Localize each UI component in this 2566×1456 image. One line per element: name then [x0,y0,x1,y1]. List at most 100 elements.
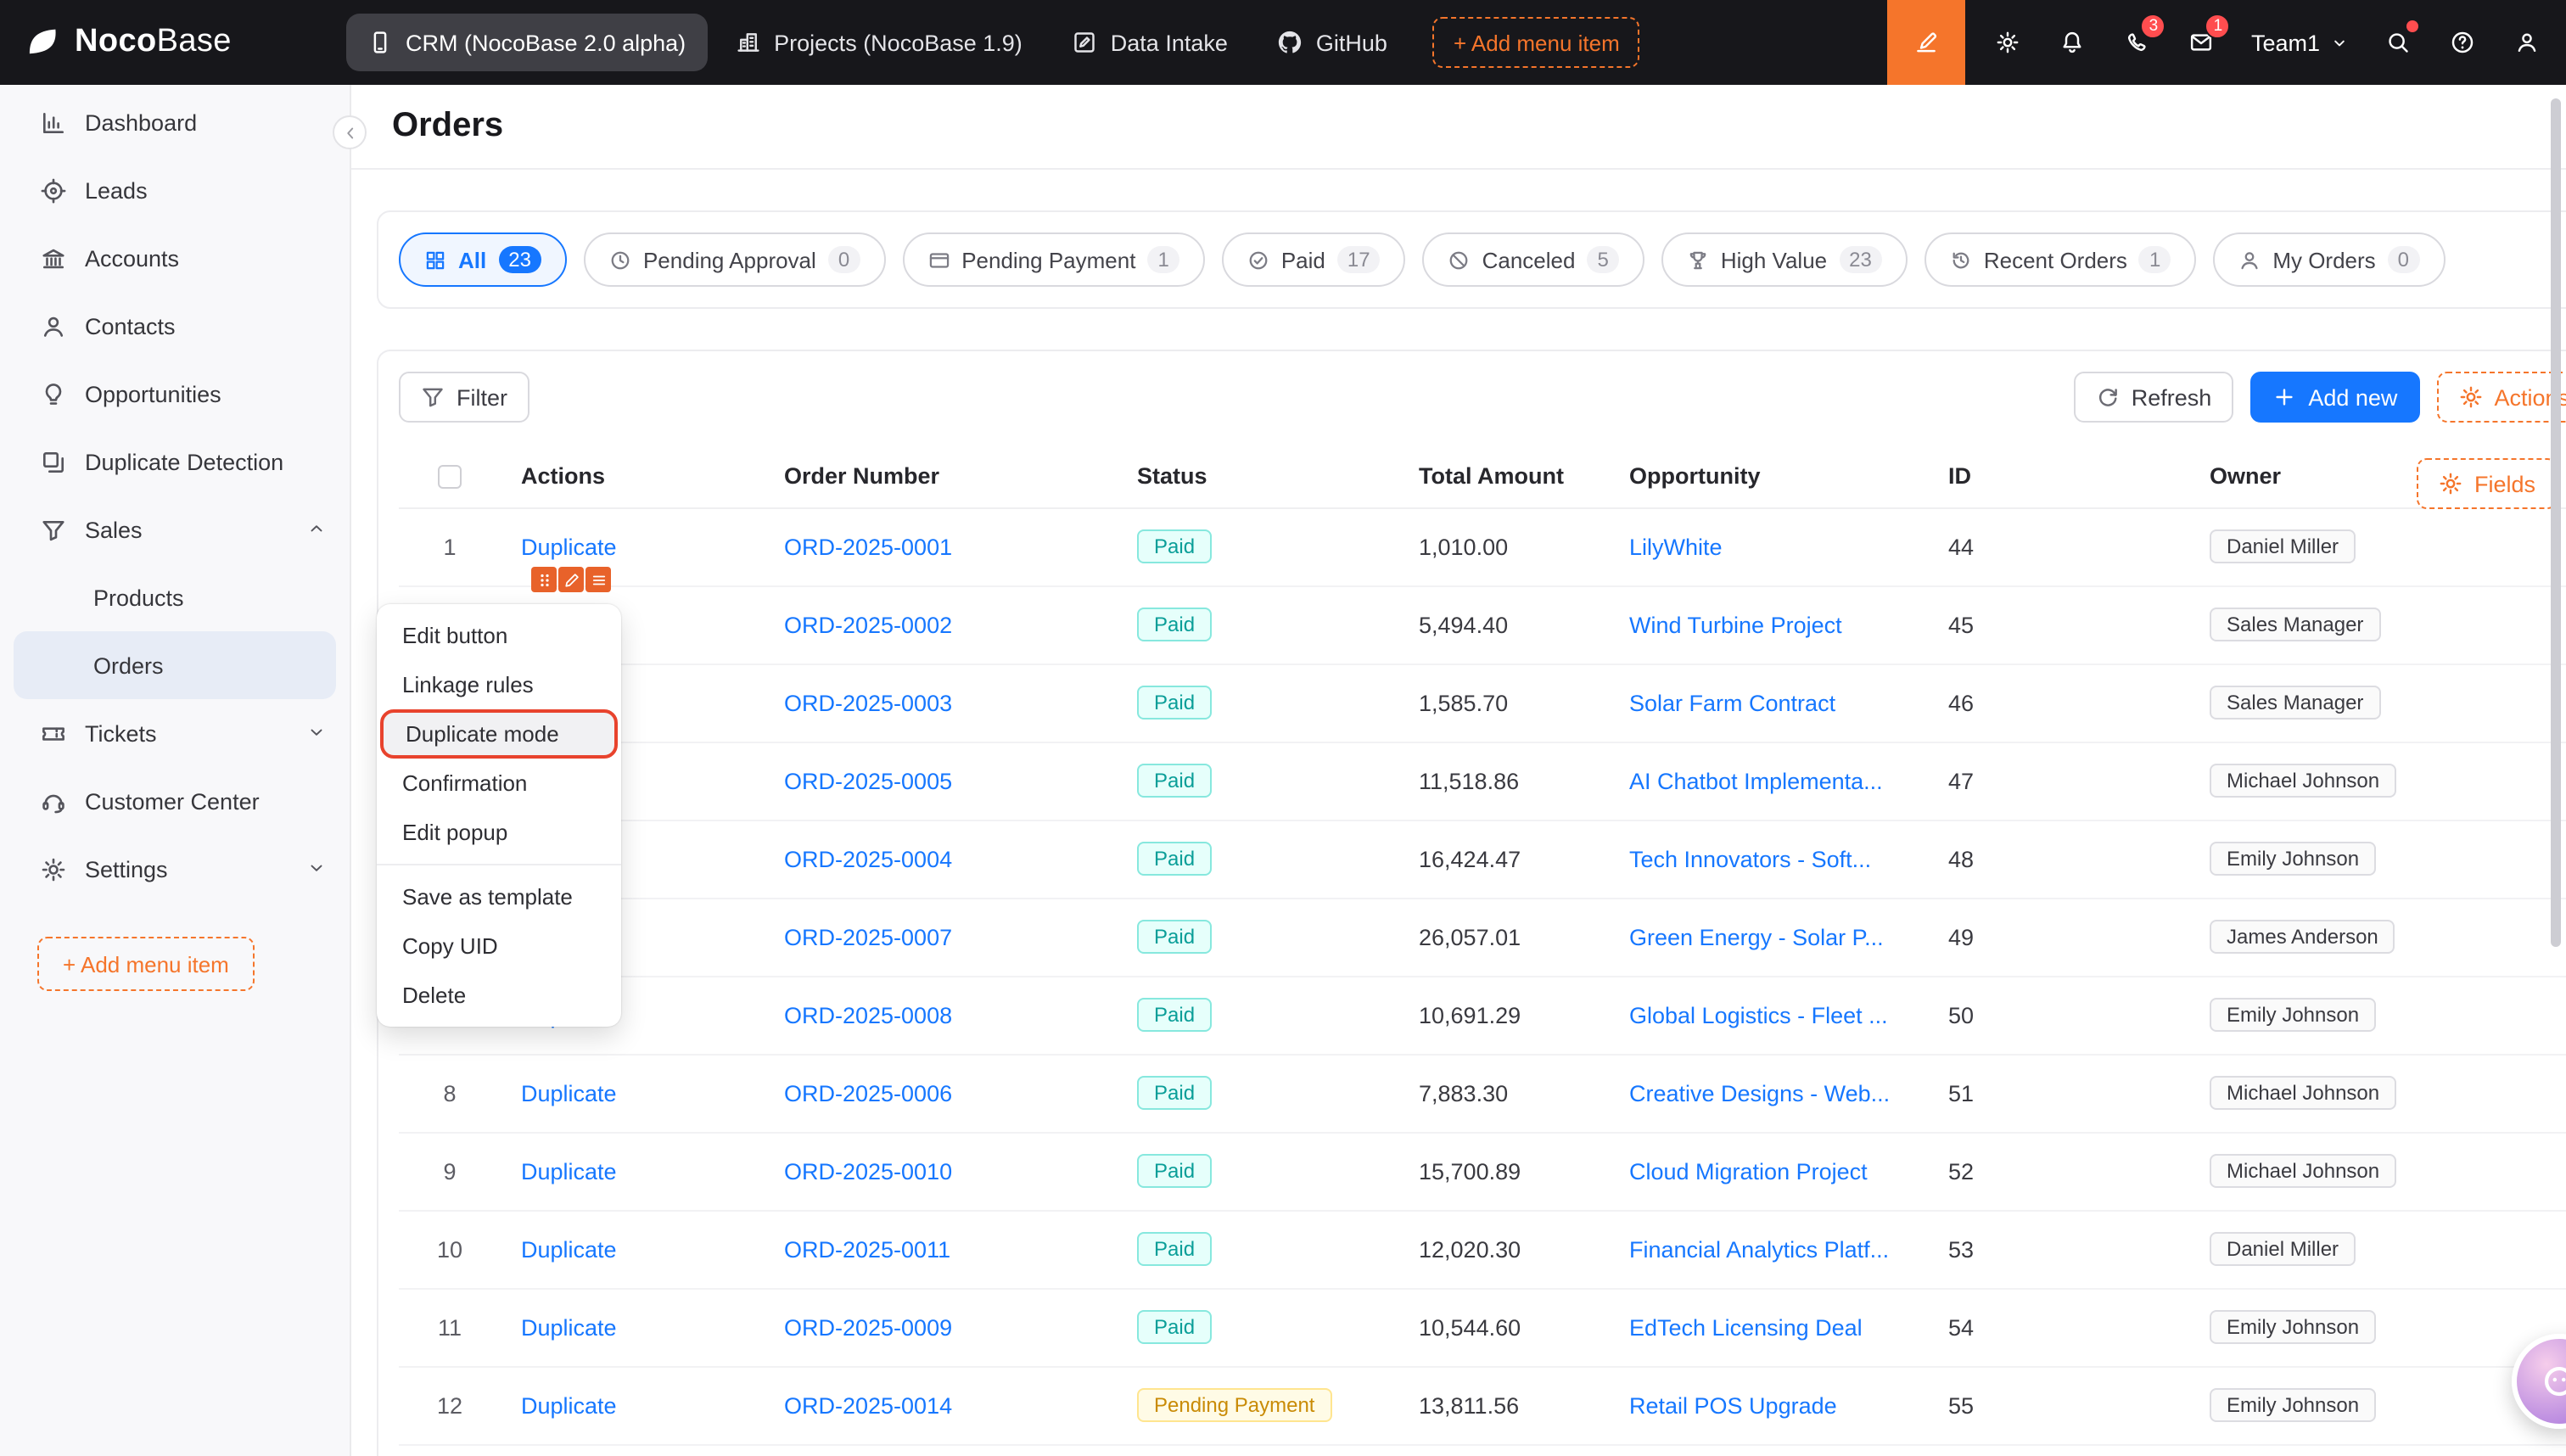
vertical-scrollbar[interactable] [2551,98,2561,947]
fields-button[interactable]: Fields [2417,458,2558,509]
opportunity-link[interactable]: Global Logistics - Fleet ... [1629,1002,1888,1028]
add-new-button[interactable]: Add new [2250,372,2419,423]
row-index[interactable]: 12 [399,1366,501,1444]
column-header[interactable]: ID [1928,446,2189,507]
messages-button[interactable]: 1 [2170,0,2234,85]
sidebar-item-customer-center[interactable]: Customer Center [0,767,350,835]
topbar-tab[interactable]: Data Intake [1051,14,1250,71]
order-number-link[interactable]: ORD-2025-0008 [784,1002,952,1028]
opportunity-link[interactable]: Cloud Migration Project [1629,1158,1868,1184]
refresh-button[interactable]: Refresh [2074,372,2234,423]
menu-item-delete[interactable]: Delete [377,971,621,1020]
column-header[interactable]: Order Number [764,446,1117,507]
opportunity-link[interactable]: Solar Farm Contract [1629,690,1835,715]
plugin-settings-button[interactable] [1976,0,2041,85]
view-tab-pending-payment[interactable]: Pending Payment1 [902,232,1205,287]
view-tab-recent-orders[interactable]: Recent Orders1 [1924,232,2196,287]
sidebar-item-accounts[interactable]: Accounts [0,224,350,292]
sidebar-item-dashboard[interactable]: Dashboard [0,88,350,156]
order-number-link[interactable]: ORD-2025-0014 [784,1392,952,1418]
view-tab-paid[interactable]: Paid17 [1222,232,1406,287]
sidebar-collapse-button[interactable] [333,115,367,149]
menu-item-edit-button[interactable]: Edit button [377,611,621,660]
menu-item-duplicate-mode[interactable]: Duplicate mode [380,709,618,759]
view-tab-pending-approval[interactable]: Pending Approval0 [584,232,885,287]
filter-button[interactable]: Filter [399,372,529,423]
row-index[interactable]: 13 [399,1444,501,1456]
duplicate-action-link[interactable]: Duplicate [521,1236,617,1262]
menu-item-linkage-rules[interactable]: Linkage rules [377,660,621,709]
order-number-link[interactable]: ORD-2025-0003 [784,690,952,715]
topbar-tab[interactable]: CRM (NocoBase 2.0 alpha) [346,14,708,71]
row-index[interactable]: 10 [399,1210,501,1288]
order-number-link[interactable]: ORD-2025-0004 [784,846,952,871]
view-tab-canceled[interactable]: Canceled5 [1423,232,1644,287]
topbar-tab[interactable]: GitHub [1257,14,1409,71]
sidebar-item-leads[interactable]: Leads [0,156,350,224]
row-index[interactable]: 1 [399,507,501,585]
column-header[interactable]: Actions [501,446,764,507]
actions-button[interactable]: Actions [2436,372,2566,423]
duplicate-action-link[interactable]: Duplicate [521,1080,617,1106]
help-button[interactable] [2430,0,2495,85]
menu-item-confirmation[interactable]: Confirmation [377,759,621,808]
column-header[interactable]: Owner [2189,446,2410,507]
column-header[interactable]: Status [1117,446,1398,507]
view-tab-all[interactable]: All23 [399,232,567,287]
opportunity-link[interactable]: EdTech Licensing Deal [1629,1314,1863,1340]
settings-menu-icon[interactable] [585,567,611,592]
calls-button[interactable]: 3 [2105,0,2170,85]
ui-editor-button[interactable] [1888,0,1966,85]
order-number-link[interactable]: ORD-2025-0001 [784,534,952,559]
menu-item-copy-uid[interactable]: Copy UID [377,921,621,971]
sidebar-item-sales[interactable]: Sales [0,496,350,563]
duplicate-action-link[interactable]: Duplicate [521,534,617,559]
order-number-link[interactable]: ORD-2025-0005 [784,768,952,793]
sidebar-item-duplicate-detection[interactable]: Duplicate Detection [0,428,350,496]
opportunity-link[interactable]: AI Chatbot Implementa... [1629,768,1883,793]
sidebar-item-settings[interactable]: Settings [0,835,350,903]
sidebar-item-tickets[interactable]: Tickets [0,699,350,767]
row-index[interactable]: 11 [399,1288,501,1366]
quick-edit-icon[interactable] [558,567,584,592]
opportunity-link[interactable]: Wind Turbine Project [1629,612,1842,637]
topbar-tab[interactable]: Projects (NocoBase 1.9) [714,14,1045,71]
order-number-link[interactable]: ORD-2025-0011 [784,1236,950,1262]
opportunity-link[interactable]: Green Energy - Solar P... [1629,924,1884,949]
sidebar-add-menu-item-button[interactable]: + Add menu item [37,937,255,991]
sidebar-item-contacts[interactable]: Contacts [0,292,350,360]
view-tab-high-value[interactable]: High Value23 [1661,232,1908,287]
sidebar-item-products[interactable]: Products [0,563,350,631]
view-tab-my-orders[interactable]: My Orders0 [2213,232,2445,287]
opportunity-link[interactable]: Creative Designs - Web... [1629,1080,1890,1106]
order-number-link[interactable]: ORD-2025-0006 [784,1080,952,1106]
select-all-checkbox[interactable] [438,466,462,490]
order-number-link[interactable]: ORD-2025-0007 [784,924,952,949]
opportunity-link[interactable]: LilyWhite [1629,534,1723,559]
opportunity-link[interactable]: Financial Analytics Platf... [1629,1236,1889,1262]
order-number-link[interactable]: ORD-2025-0002 [784,612,952,637]
user-menu-button[interactable] [2495,0,2559,85]
duplicate-action-link[interactable]: Duplicate [521,1158,617,1184]
brand[interactable]: NocoBase [24,24,346,61]
row-index[interactable]: 9 [399,1132,501,1210]
topbar-add-menu-item-button[interactable]: + Add menu item [1433,17,1640,68]
menu-item-save-as-template[interactable]: Save as template [377,872,621,921]
order-number-link[interactable]: ORD-2025-0009 [784,1314,952,1340]
row-index[interactable]: 8 [399,1054,501,1132]
column-header[interactable]: Opportunity [1609,446,1928,507]
duplicate-action-link[interactable]: Duplicate [521,1314,617,1340]
notifications-button[interactable] [2041,0,2105,85]
sidebar-item-orders[interactable]: Orders [14,631,336,699]
column-header[interactable]: Total Amount [1398,446,1609,507]
sidebar-item-opportunities[interactable]: Opportunities [0,360,350,428]
team-switcher[interactable]: Team1 [2234,30,2366,55]
menu-item-edit-popup[interactable]: Edit popup [377,808,621,857]
drag-handle-icon[interactable] [531,567,557,592]
order-number-link[interactable]: ORD-2025-0010 [784,1158,952,1184]
opportunity-link[interactable]: Tech Innovators - Soft... [1629,846,1871,871]
opportunity-link[interactable]: Retail POS Upgrade [1629,1392,1837,1418]
duplicate-action-link[interactable]: Duplicate [521,1392,617,1418]
status-badge: Paid [1137,529,1212,563]
search-button[interactable] [2366,0,2430,85]
